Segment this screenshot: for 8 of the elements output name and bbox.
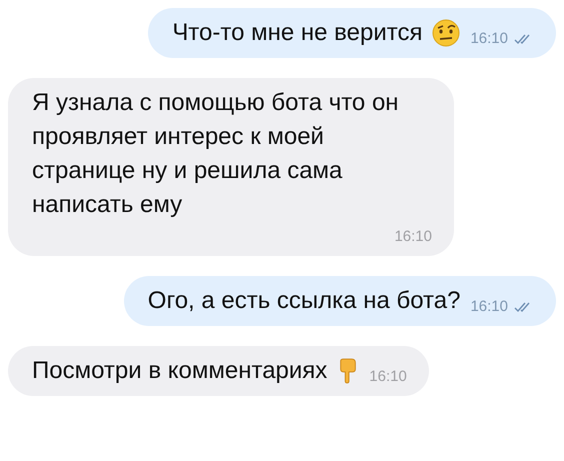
message-time: 16:10 — [394, 227, 432, 247]
message-time: 16:10 — [470, 29, 508, 49]
message-text: Я узнала с помощью бота что он проявляет интерес к моей странице ну и решила сама написать ему — [32, 88, 400, 220]
message-text: Посмотри в комментариях — [32, 356, 328, 386]
message-time: 16:10 — [470, 297, 508, 317]
message-text: Что-то мне не верится — [172, 18, 422, 48]
message-time: 16:10 — [369, 367, 407, 387]
message-text: Ого, а есть ссылка на бота? — [148, 286, 460, 316]
